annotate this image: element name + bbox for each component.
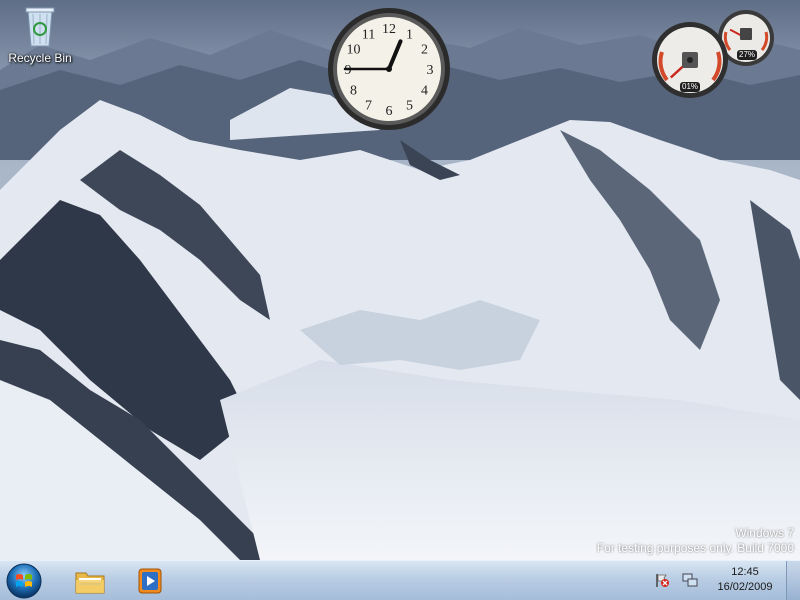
- taskbar-clock[interactable]: 12:45 16/02/2009: [706, 565, 784, 595]
- memory-usage-label: 27%: [737, 50, 758, 60]
- watermark-build-text: For testing purposes only. Build 7000: [596, 541, 794, 555]
- clock-numeral: 2: [421, 43, 428, 58]
- taskbar-date: 16/02/2009: [717, 581, 773, 593]
- clock-gadget[interactable]: 12 1 2 3 4 5 6 7 8 9 10 11: [326, 6, 452, 132]
- network-icon[interactable]: [682, 572, 698, 593]
- windows-start-orb-icon: [6, 563, 42, 599]
- recycle-bin-icon: [25, 7, 55, 47]
- taskbar-windows-explorer[interactable]: [70, 564, 110, 598]
- show-desktop-button[interactable]: [786, 561, 800, 600]
- clock-numeral: 3: [427, 63, 434, 78]
- folder-icon: [75, 572, 105, 594]
- clock-numeral: 5: [406, 99, 413, 114]
- clock-numeral: 7: [365, 99, 372, 114]
- build-watermark: Windows 7 For testing purposes only. Bui…: [597, 526, 794, 556]
- recycle-bin-desktop-icon[interactable]: Recycle Bin: [4, 2, 76, 65]
- clock-numeral: 4: [421, 84, 428, 99]
- clock-numeral: 9: [345, 63, 352, 78]
- desktop[interactable]: Recycle Bin 12 1 2 3 4 5 6 7 8 9 10 11 0…: [0, 0, 800, 560]
- memory-chip-icon: [740, 28, 752, 40]
- taskbar-time: 12:45: [731, 566, 759, 578]
- media-player-icon: [138, 568, 162, 594]
- cpu-meter-dials: [652, 10, 774, 98]
- taskbar-windows-media-player[interactable]: [130, 564, 170, 598]
- taskbar: 12:45 16/02/2009: [0, 560, 800, 600]
- start-button[interactable]: [4, 562, 44, 600]
- clock-face: 12 12 3 45678 9 1011: [328, 8, 450, 130]
- clock-numeral: 8: [350, 84, 357, 99]
- cpu-usage-label: 01%: [680, 82, 701, 92]
- watermark-os-name: Windows 7: [735, 526, 794, 540]
- recycle-bin-label: Recycle Bin: [8, 51, 72, 65]
- clock-numeral: 1: [406, 28, 413, 43]
- clock-numeral: 10: [347, 43, 361, 58]
- clock-numeral: 11: [362, 28, 375, 43]
- action-center-flag-icon[interactable]: [654, 572, 670, 593]
- cpu-meter-gadget[interactable]: 01% 27%: [650, 8, 780, 100]
- clock-numeral: 12: [382, 22, 396, 37]
- clock-numeral: 6: [386, 104, 393, 119]
